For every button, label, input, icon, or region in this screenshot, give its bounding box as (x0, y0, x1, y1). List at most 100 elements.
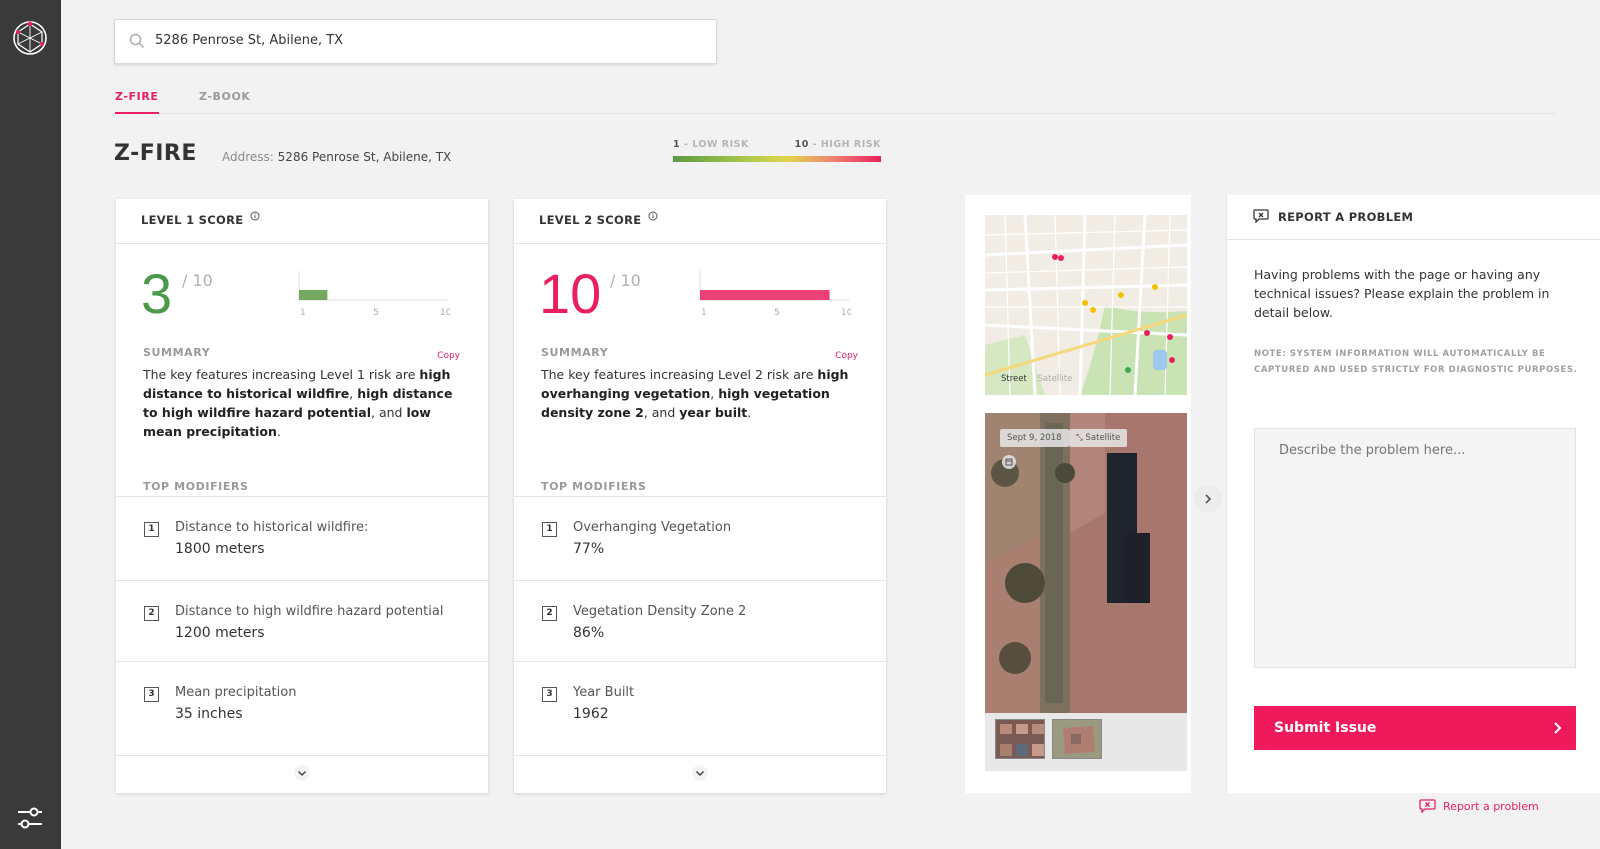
report-problem-icon (1419, 799, 1436, 813)
copy-summary-link[interactable]: Copy (437, 351, 460, 361)
capture-date-chip: Sept 9, 2018 (1000, 429, 1069, 447)
modifier-value: 1962 (573, 706, 609, 722)
modifier-rank: 2 (144, 606, 159, 621)
card-title: LEVEL 1 SCORE (141, 213, 244, 227)
next-image-button[interactable] (1194, 485, 1222, 513)
tick-label: 10 (841, 308, 851, 318)
score-value: 10 (539, 262, 602, 325)
report-description: Having problems with the page or having … (1254, 267, 1550, 320)
summary-text: The key features increasing Level 1 risk… (143, 365, 455, 441)
card-title: LEVEL 2 SCORE (539, 213, 642, 227)
score-bar-chart: 1 5 10 (699, 271, 851, 318)
tick-label: 1 (701, 308, 707, 318)
summary-fragment: , (349, 386, 358, 401)
tick-label: 1 (300, 308, 306, 318)
summary-label: SUMMARY (541, 346, 609, 359)
modifier-row: 1 Overhanging Vegetation 77% (514, 496, 886, 580)
report-problem-link[interactable]: Report a problem (1419, 799, 1539, 813)
copy-summary-link[interactable]: Copy (835, 351, 858, 361)
modifier-value: 1200 meters (175, 625, 265, 641)
summary-fragment: , and (643, 405, 680, 420)
legend-low: 1 - LOW RISK (673, 139, 749, 150)
address-label: Address: (222, 150, 274, 164)
modifier-rank: 3 (542, 687, 557, 702)
card-footer (116, 755, 488, 793)
modifier-label: Mean precipitation (175, 685, 297, 700)
chevron-down-icon[interactable] (692, 765, 708, 781)
modifier-rank: 1 (144, 522, 159, 537)
modifier-value: 86% (573, 625, 605, 641)
tick-label: 10 (440, 308, 450, 318)
score-value: 3 (141, 262, 173, 325)
modifier-label: Overhanging Vegetation (573, 520, 732, 535)
summary-fragment: , and (371, 405, 407, 420)
map-type-toggle[interactable]: Street Satellite (1001, 374, 1072, 384)
card-footer (514, 755, 886, 793)
image-thumbnails (985, 713, 1187, 771)
top-modifiers-label: TOP MODIFIERS (541, 480, 647, 493)
submit-issue-button[interactable]: Submit Issue (1254, 706, 1576, 750)
summary-highlight: year built (679, 405, 748, 420)
street-map[interactable]: Street Satellite (985, 215, 1187, 395)
thumbnail-1[interactable] (995, 719, 1045, 759)
modifier-label: Vegetation Density Zone 2 (573, 604, 747, 619)
modifier-value: 77% (573, 541, 605, 557)
map-street-option[interactable]: Street (1001, 374, 1027, 384)
risk-gradient-bar (673, 156, 881, 162)
info-icon[interactable] (250, 211, 260, 221)
summary-text: The key features increasing Level 2 risk… (541, 365, 853, 422)
report-note: NOTE: SYSTEM INFORMATION WILL AUTOMATICA… (1254, 349, 1578, 375)
card-header: LEVEL 2 SCORE (514, 199, 886, 244)
report-problem-icon (1253, 209, 1269, 223)
summary-fragment: . (747, 405, 752, 420)
modifier-row: 2 Vegetation Density Zone 2 86% (514, 580, 886, 664)
tab-z-book[interactable]: Z-BOOK (199, 90, 251, 103)
modifier-rank: 3 (144, 687, 159, 702)
chevron-down-icon[interactable] (294, 765, 310, 781)
modifier-rank: 2 (542, 606, 557, 621)
score-bar (299, 290, 328, 300)
info-icon[interactable] (648, 211, 658, 221)
legend-high: 10 - HIGH RISK (794, 139, 881, 150)
submit-issue-label: Submit Issue (1274, 720, 1377, 736)
tick-label: 5 (774, 308, 780, 318)
imagery-panel: Street Satellite Sept 9, 2018 ⤡ Satellit… (965, 195, 1191, 793)
search-icon (129, 33, 144, 48)
aerial-image[interactable]: Sept 9, 2018 ⤡ Satellite (985, 413, 1187, 713)
map-satellite-option[interactable]: Satellite (1038, 374, 1073, 384)
modifier-value: 35 inches (175, 706, 243, 722)
search-bar[interactable]: 5286 Penrose St, Abilene, TX (114, 19, 717, 64)
tab-z-fire[interactable]: Z-FIRE (115, 90, 159, 114)
chevron-right-icon (1205, 494, 1212, 504)
address-value: 5286 Penrose St, Abilene, TX (277, 150, 452, 164)
modifier-value: 1800 meters (175, 541, 265, 557)
modifier-row: 1 Distance to historical wildfire: 1800 … (116, 496, 488, 580)
problem-description-input[interactable] (1254, 428, 1576, 668)
score-denominator: / 10 (610, 271, 641, 290)
score-bar (700, 290, 830, 300)
level-2-score-card: LEVEL 2 SCORE 10/ 10 1 5 10 SUMMARY Copy The k… (514, 199, 886, 793)
satellite-chip[interactable]: ⤡ Satellite (1069, 429, 1128, 447)
logo-icon[interactable] (12, 20, 48, 56)
search-input[interactable]: 5286 Penrose St, Abilene, TX (155, 33, 343, 48)
page-title: Z-FIRE (114, 141, 197, 166)
calendar-icon[interactable] (1002, 455, 1016, 469)
card-header: LEVEL 1 SCORE (116, 199, 488, 244)
summary-fragment: The key features increasing Level 1 risk… (143, 367, 420, 382)
chevron-right-icon (1554, 722, 1562, 734)
level-1-score-card: LEVEL 1 SCORE 3/ 10 1 5 10 SUMMARY Copy The ke… (116, 199, 488, 793)
address-line: Address: 5286 Penrose St, Abilene, TX (222, 150, 451, 164)
tab-bar: Z-FIRE Z-BOOK (114, 88, 1556, 114)
modifier-label: Year Built (573, 685, 635, 700)
top-modifiers-label: TOP MODIFIERS (143, 480, 249, 493)
report-problem-panel: REPORT A PROBLEM Having problems with th… (1226, 195, 1600, 793)
summary-fragment: The key features increasing Level 2 risk… (541, 367, 818, 382)
tick-label: 5 (373, 308, 379, 318)
settings-sliders-icon[interactable] (16, 806, 44, 830)
modifier-row: 3 Mean precipitation 35 inches (116, 661, 488, 745)
summary-label: SUMMARY (143, 346, 211, 359)
thumbnail-2[interactable] (1052, 719, 1102, 759)
modifier-rank: 1 (542, 522, 557, 537)
score-bar-chart: 1 5 10 (298, 271, 450, 318)
modifier-row: 3 Year Built 1962 (514, 661, 886, 745)
